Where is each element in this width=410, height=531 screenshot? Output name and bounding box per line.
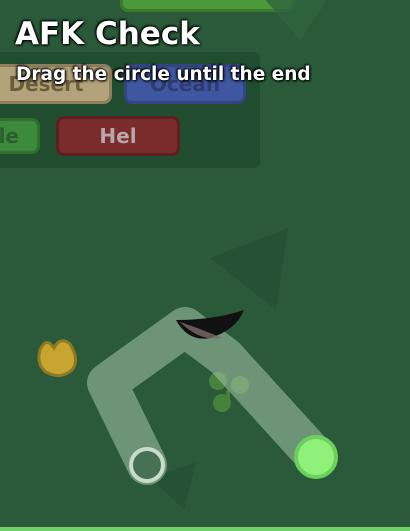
drag-handle[interactable] — [294, 435, 338, 479]
yellow-petal-icon — [37, 339, 77, 377]
shadow-triangle — [210, 228, 288, 310]
afk-check-title: AFK Check — [15, 16, 200, 52]
game-scene: Desert Ocean le Hel AFK Check Drag the c… — [0, 0, 410, 531]
path-end-ring — [129, 447, 165, 483]
drag-path-track — [87, 307, 336, 485]
bottom-border — [0, 527, 410, 531]
afk-check-instruction: Drag the circle until the end — [16, 64, 311, 85]
shadow-triangle — [265, 0, 328, 40]
